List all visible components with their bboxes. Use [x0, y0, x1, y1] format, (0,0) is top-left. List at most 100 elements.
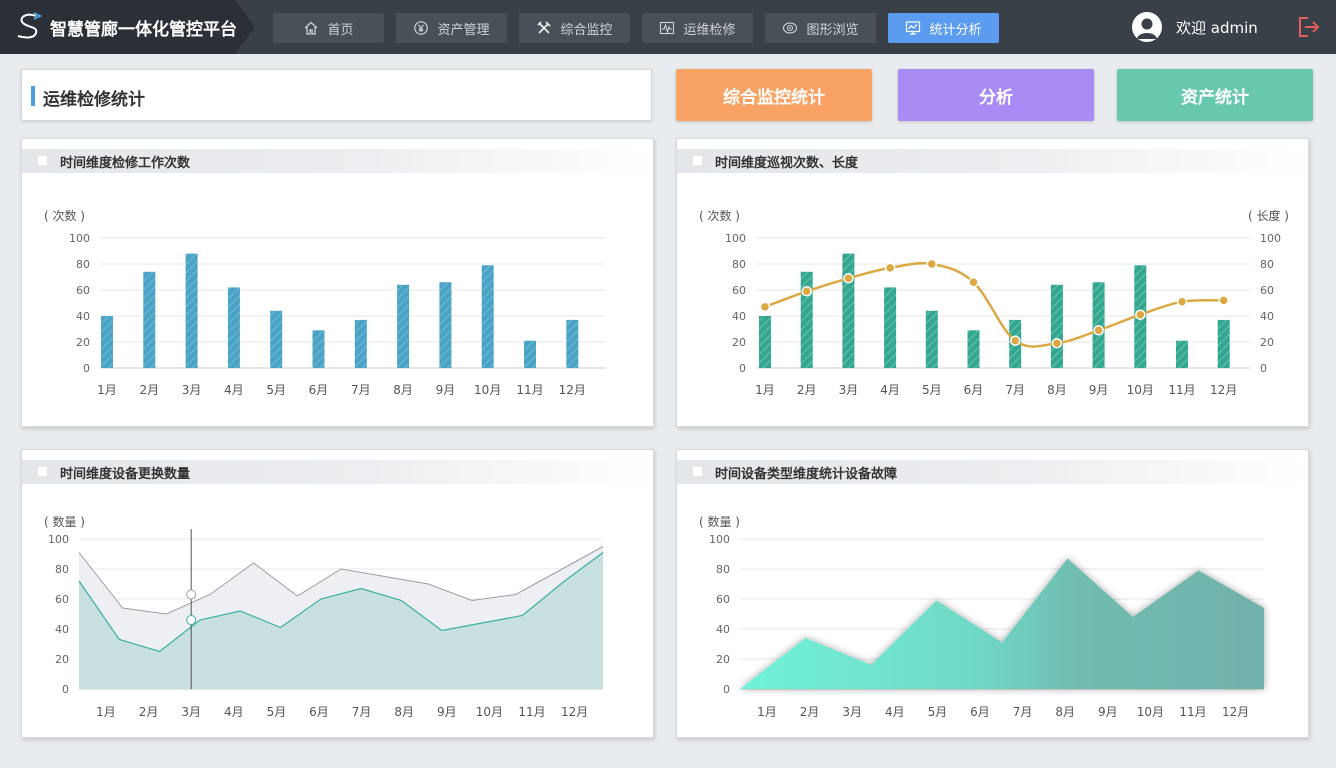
line-point	[1093, 325, 1104, 336]
y-tick-label: 0	[723, 683, 730, 696]
y-axis-label-right: ( 长度 )	[1248, 208, 1289, 223]
user-icon	[1137, 18, 1157, 39]
section-title-panel: 运维检修统计	[21, 69, 652, 121]
y-tick-label-right: 80	[1260, 258, 1274, 271]
x-tick-label: 1月	[97, 383, 117, 397]
x-tick-label: 10月	[476, 705, 503, 719]
x-tick-label: 4月	[224, 383, 244, 397]
bar	[397, 284, 410, 368]
brand-area: 智慧管廊一体化管控平台	[0, 0, 255, 54]
patrol-chart-card: 时间维度巡视次数、长度 ( 次数 )( 长度 ) 100 100 80 80 60 60 40…	[676, 138, 1309, 427]
y-axis-label: ( 数量 )	[44, 514, 85, 529]
line-point	[884, 262, 896, 274]
logout-icon[interactable]	[1296, 14, 1322, 40]
bar	[185, 253, 198, 368]
analysis-button[interactable]: 分析	[898, 69, 1094, 121]
nav-home[interactable]: 首页	[273, 13, 384, 43]
x-tick-label: 10月	[1127, 383, 1154, 397]
x-tick-label: 3月	[839, 383, 859, 397]
x-tick-label: 12月	[561, 705, 588, 719]
bar	[101, 316, 113, 368]
equipment-replacement-chart-card: 时间维度设备更换数量 ( 数量 ) 100 80 60 40 20 0 1月 2月 3月 4月 5月 6…	[21, 449, 654, 738]
y-tick-label: 80	[55, 563, 69, 576]
x-tick-label: 4月	[224, 705, 244, 719]
monitor-stats-button[interactable]: 综合监控统计	[676, 69, 872, 121]
nav-asset-management[interactable]: 资产管理	[396, 13, 507, 43]
line-point	[1218, 295, 1229, 306]
y-tick-label-right: 60	[1260, 284, 1274, 297]
area-series	[740, 558, 1264, 689]
waveform-icon	[660, 21, 675, 35]
y-axis-label: ( 次数 )	[699, 208, 740, 223]
bar	[884, 287, 897, 368]
y-tick-label: 40	[55, 623, 69, 636]
maintenance-count-chart: ( 次数 ) 100 80 60 40 20 0 1月 2月 3月 4月 5月 6月 7月 8月 9月 10月 1…	[44, 208, 605, 397]
nav-label: 综合监控	[560, 22, 613, 38]
nav-label: 首页	[327, 22, 354, 38]
welcome-text: 欢迎 admin	[1176, 18, 1258, 37]
avatar[interactable]	[1132, 12, 1162, 42]
x-tick-label: 1月	[96, 705, 116, 719]
bar	[925, 310, 938, 368]
bar	[1217, 319, 1230, 368]
page-title: 运维检修统计	[43, 90, 145, 110]
nav-label: 统计分析	[929, 22, 982, 38]
x-tick-label: 11月	[516, 383, 543, 397]
x-tick-label: 8月	[394, 705, 414, 719]
x-tick-label: 1月	[757, 705, 777, 719]
bar	[270, 310, 283, 368]
line-point	[1009, 335, 1021, 346]
nav-graphic-browse[interactable]: 图形浏览	[765, 13, 876, 43]
line-point	[968, 276, 979, 288]
line-point	[801, 286, 812, 297]
y-tick-label: 20	[716, 653, 730, 666]
y-tick-label: 0	[739, 362, 746, 375]
x-tick-label: 3月	[181, 705, 201, 719]
x-tick-label: 10月	[474, 383, 501, 397]
title-accent-bar	[31, 86, 35, 106]
y-tick-label-right: 20	[1260, 336, 1274, 349]
x-tick-label: 2月	[139, 705, 159, 719]
y-tick-label: 60	[76, 284, 90, 297]
x-tick-label: 7月	[351, 383, 371, 397]
asset-stats-button[interactable]: 资产统计	[1117, 69, 1313, 121]
eye-icon	[783, 22, 798, 34]
y-tick-label: 20	[76, 336, 90, 349]
logo-icon	[17, 12, 43, 39]
nav-statistical-analysis[interactable]: 统计分析	[888, 13, 999, 43]
x-tick-label: 12月	[559, 383, 586, 397]
y-tick-label-right: 100	[1260, 232, 1281, 245]
x-tick-label: 5月	[266, 383, 286, 397]
hover-point-upper	[186, 589, 197, 600]
y-tick-label: 40	[716, 623, 730, 636]
y-tick-label-right: 0	[1260, 362, 1267, 375]
y-tick-label: 60	[716, 593, 730, 606]
x-tick-label: 6月	[309, 705, 329, 719]
nav-label: 资产管理	[437, 22, 490, 38]
equipment-fault-chart: ( 数量 ) 100 80 60 40 20 0 1月 2月 3月 4月 5月 6月 7月 8月 9月 10月 1…	[699, 514, 1264, 719]
nav-integrated-monitoring[interactable]: 综合监控	[519, 13, 630, 43]
line-point	[1176, 296, 1188, 307]
x-tick-label: 4月	[880, 383, 900, 397]
x-tick-label: 11月	[518, 705, 545, 719]
bar	[354, 319, 367, 368]
hover-point-lower	[186, 615, 197, 625]
y-tick-label: 80	[732, 258, 746, 271]
y-tick-label: 100	[48, 533, 69, 546]
line-point	[1051, 338, 1063, 349]
x-tick-label: 6月	[309, 383, 329, 397]
x-tick-label: 12月	[1210, 383, 1237, 397]
x-tick-label: 3月	[842, 705, 862, 719]
main-nav: 首页 资产管理 综合监控 运维检修 图形浏览 统计分析	[273, 13, 999, 43]
bar	[1176, 340, 1188, 368]
tools-icon	[537, 21, 552, 34]
equipment-replacement-chart: ( 数量 ) 100 80 60 40 20 0 1月 2月 3月 4月 5月 6月 7月 8月 9月 10月 1…	[44, 514, 604, 719]
y-tick-label: 60	[732, 284, 746, 297]
user-info: 欢迎 admin	[1132, 11, 1258, 43]
x-tick-label: 5月	[267, 705, 287, 719]
bar	[143, 271, 156, 368]
x-tick-label: 12月	[1222, 705, 1249, 719]
y-tick-label: 80	[716, 563, 730, 576]
nav-maintenance[interactable]: 运维检修	[642, 13, 753, 43]
x-tick-label: 3月	[182, 383, 202, 397]
